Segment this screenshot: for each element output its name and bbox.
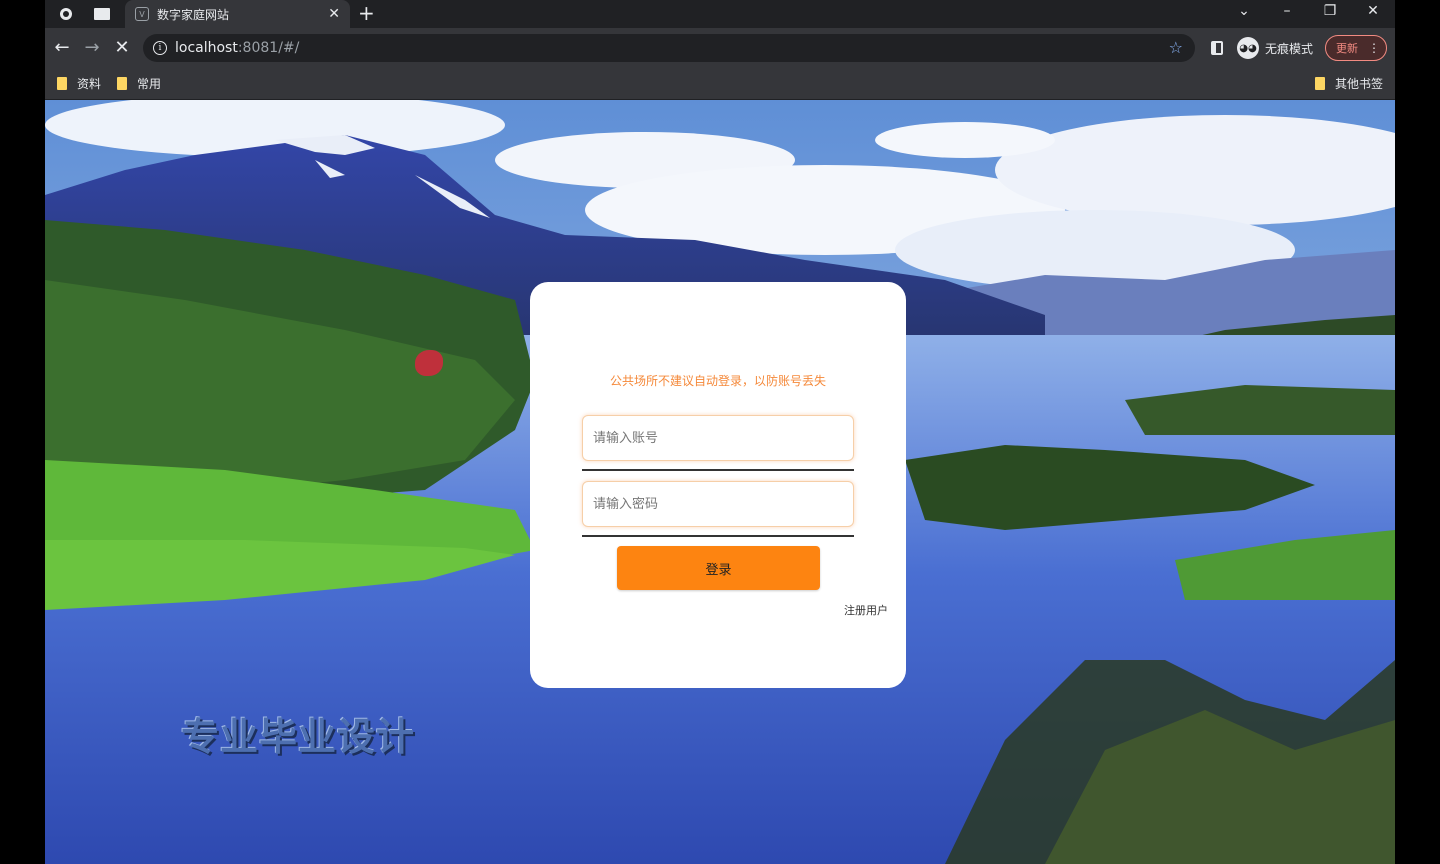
update-button[interactable]: 更新 ⋮ — [1325, 35, 1387, 61]
back-arrow-icon[interactable]: ← — [51, 37, 73, 59]
close-window-icon[interactable]: ✕ — [1362, 3, 1384, 19]
register-link[interactable]: 注册用户 — [844, 602, 888, 618]
incognito-indicator[interactable]: ◕◕ 无痕模式 — [1237, 37, 1313, 59]
tab-close-icon[interactable]: ✕ — [328, 6, 340, 22]
tab-favicon-icon: V — [135, 7, 149, 21]
browser-window: V 数字家庭网站 ✕ + ⌄ – ❐ ✕ ← → ✕ i localhost :… — [45, 0, 1395, 864]
bookmarks-bar: 资料 常用 其他书签 — [45, 68, 1395, 100]
minimize-icon[interactable]: – — [1276, 3, 1298, 19]
password-field[interactable] — [582, 481, 854, 527]
account-underline — [582, 469, 854, 471]
tab-strip: V 数字家庭网站 ✕ + ⌄ – ❐ ✕ — [45, 0, 1395, 28]
password-input[interactable] — [583, 482, 853, 526]
browser-toolbar: ← → ✕ i localhost :8081/#/ ☆ ◕◕ 无痕模式 更新 … — [45, 28, 1395, 68]
new-tab-icon[interactable]: + — [358, 3, 375, 23]
address-bar[interactable]: i localhost :8081/#/ ☆ — [143, 34, 1195, 62]
folder-icon — [1315, 77, 1325, 90]
bookmark-label: 其他书签 — [1335, 77, 1384, 91]
tab-title: 数字家庭网站 — [157, 7, 230, 22]
bookmark-folder-other[interactable]: 其他书签 — [1315, 75, 1383, 92]
watermark-text: 专业毕业设计 — [181, 715, 416, 759]
login-notice: 公共场所不建议自动登录，以防账号丢失 — [609, 374, 826, 388]
tab-search-icon[interactable] — [57, 5, 75, 23]
update-label: 更新 — [1336, 42, 1358, 55]
account-input[interactable] — [583, 416, 853, 460]
site-info-icon[interactable]: i — [153, 41, 167, 55]
folder-icon — [57, 77, 67, 90]
tab-groups-icon[interactable] — [93, 5, 111, 23]
url-host: localhost — [175, 40, 238, 56]
cursor-indicator — [415, 350, 443, 376]
url-path: :8081/#/ — [237, 40, 300, 56]
bookmark-label: 资料 — [77, 77, 102, 91]
bookmark-star-icon[interactable]: ☆ — [1169, 38, 1183, 57]
bookmark-folder-changyong[interactable]: 常用 — [117, 75, 161, 92]
side-panel-icon[interactable] — [1211, 41, 1223, 55]
menu-kebab-icon[interactable]: ⋮ — [1368, 41, 1380, 55]
page-viewport: 专业毕业设计 公共场所不建议自动登录，以防账号丢失 登录 注册用户 — [45, 100, 1395, 864]
login-card: 公共场所不建议自动登录，以防账号丢失 登录 注册用户 — [530, 282, 906, 688]
password-underline — [582, 535, 854, 537]
bookmark-label: 常用 — [137, 77, 162, 91]
login-button[interactable]: 登录 — [617, 546, 820, 590]
folder-icon — [117, 77, 127, 90]
incognito-icon: ◕◕ — [1237, 37, 1259, 59]
restore-icon[interactable]: ❐ — [1319, 3, 1341, 19]
forward-arrow-icon[interactable]: → — [81, 37, 103, 59]
account-field[interactable] — [582, 415, 854, 461]
bookmark-folder-ziliao[interactable]: 资料 — [57, 75, 101, 92]
tab-search-chevron-down-icon[interactable]: ⌄ — [1233, 3, 1255, 19]
stop-loading-icon[interactable]: ✕ — [111, 37, 133, 59]
incognito-label: 无痕模式 — [1265, 41, 1314, 56]
tab-active[interactable]: V 数字家庭网站 ✕ — [125, 0, 350, 28]
